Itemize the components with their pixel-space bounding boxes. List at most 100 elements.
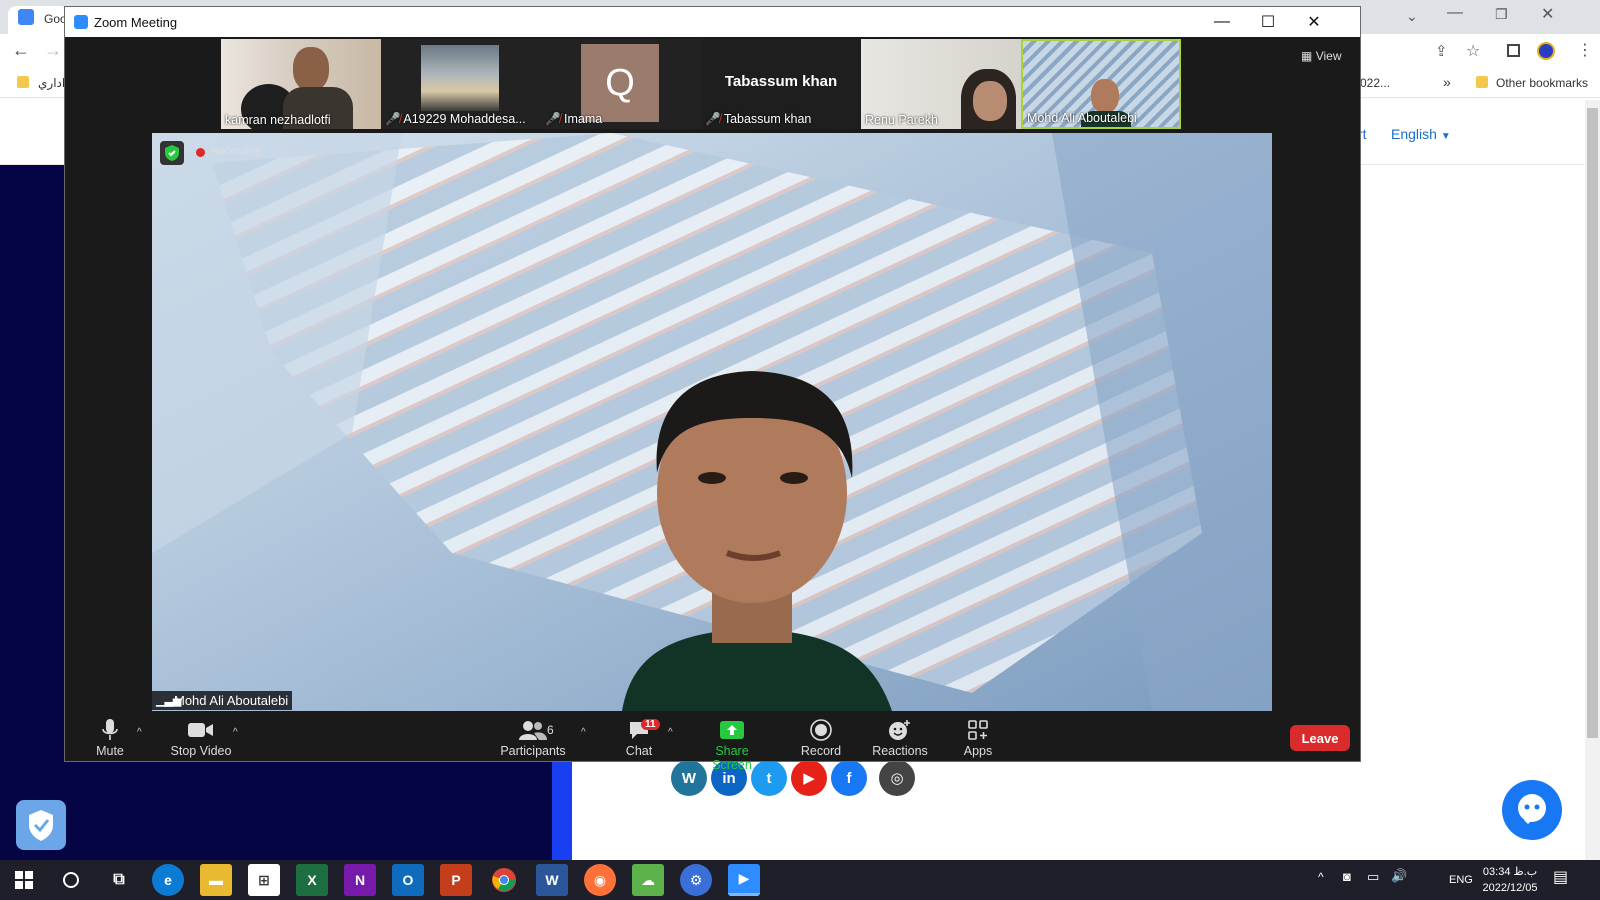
participant-tile[interactable]: Tabassum khan 🎤̸ Tabassum khan — [701, 39, 861, 129]
tray-camera-icon[interactable]: ◙ — [1343, 869, 1351, 884]
security-shield-widget[interactable] — [16, 800, 66, 850]
forward-icon[interactable]: → — [44, 40, 62, 61]
outlook-icon[interactable]: O — [392, 864, 424, 896]
zoom-taskbar-icon[interactable]: ▶ — [728, 864, 760, 896]
view-button[interactable]: ▦ View — [1301, 49, 1341, 63]
participants-options-caret-icon[interactable]: ^ — [581, 727, 586, 738]
video-camera-icon — [168, 719, 234, 741]
participant-tile[interactable]: Renu Parekh — [861, 39, 1021, 129]
share-screen-button[interactable]: Share Screen — [695, 719, 769, 772]
mute-options-caret-icon[interactable]: ^ — [137, 727, 142, 738]
chat-label: Chat — [625, 744, 653, 758]
participant-name-row: 🎤̸ Tabassum khan — [705, 112, 811, 127]
firefox-icon[interactable]: ◉ — [584, 864, 616, 896]
browser-minimize-icon[interactable]: — — [1447, 4, 1463, 22]
browser-close-icon[interactable]: ✕ — [1541, 4, 1554, 24]
windows-taskbar — [0, 860, 1600, 900]
more-bookmarks-icon[interactable]: » — [1443, 74, 1451, 90]
reactions-button[interactable]: Reactions — [870, 719, 930, 758]
apps-button[interactable]: Apps — [958, 719, 998, 758]
participant-name: Mohd Ali Aboutalebi — [1027, 111, 1137, 125]
zoom-app-icon — [74, 15, 88, 29]
participant-name: kamran nezhadlotfi — [225, 113, 331, 127]
muted-mic-icon: 🎤̸ — [705, 112, 724, 126]
apps-label: Apps — [963, 744, 993, 758]
zoom-window: Zoom Meeting — ☐ ✕ kamran nezhadlotfi 🎤̸… — [64, 6, 1361, 772]
mute-button[interactable]: Mute — [88, 719, 132, 758]
other-bookmarks[interactable]: Other bookmarks — [1496, 76, 1588, 90]
leave-button[interactable]: Leave — [1290, 725, 1350, 751]
powerpoint-icon[interactable]: P — [440, 864, 472, 896]
stop-video-button[interactable]: Stop Video — [168, 719, 234, 758]
view-label: View — [1315, 49, 1342, 63]
scrollbar-thumb[interactable] — [1587, 108, 1598, 738]
zoom-title-bar — [65, 7, 1360, 37]
participant-display-name: Tabassum khan — [724, 73, 838, 90]
youtube-icon[interactable]: ▶ — [791, 760, 827, 796]
excel-icon[interactable]: X — [296, 864, 328, 896]
onenote-icon[interactable]: N — [344, 864, 376, 896]
clock-date[interactable]: 2022/12/05 — [1475, 882, 1545, 894]
windows-start-icon[interactable] — [8, 864, 40, 896]
microphone-icon — [88, 719, 132, 741]
chrome-icon[interactable] — [488, 864, 520, 896]
back-icon[interactable]: ← — [12, 40, 30, 61]
participant-tile[interactable]: Q 🎤̸ Imama — [541, 39, 701, 129]
zoom-close-icon[interactable]: ✕ — [1291, 7, 1337, 37]
record-button[interactable]: Record — [798, 719, 844, 758]
store-icon[interactable]: ⊞ — [248, 864, 280, 896]
language-label: English — [1391, 126, 1437, 142]
participant-tile-active[interactable]: Mohd Ali Aboutalebi — [1021, 39, 1181, 129]
virtual-background-image — [152, 133, 1272, 711]
chat-bot-icon — [1518, 794, 1546, 824]
share-screen-icon — [695, 719, 769, 741]
share-icon[interactable]: ⇪ — [1435, 42, 1448, 60]
notification-center-icon[interactable]: ▤ — [1553, 867, 1568, 887]
instagram-icon[interactable]: ◎ — [879, 760, 915, 796]
clock-time[interactable]: 03:34 ب.ظ — [1475, 865, 1545, 878]
profile-avatar[interactable] — [1537, 42, 1555, 60]
stop-video-label: Stop Video — [170, 744, 232, 758]
participant-tile[interactable]: kamran nezhadlotfi — [221, 39, 381, 129]
caret-down-icon: ▼ — [1440, 131, 1451, 142]
volume-icon[interactable]: 🔊 — [1391, 868, 1407, 884]
task-view-icon[interactable]: ⧉ — [103, 864, 135, 896]
input-language[interactable]: ENG — [1449, 874, 1473, 886]
shield-check-icon — [29, 810, 53, 841]
encryption-shield-icon[interactable] — [160, 141, 184, 165]
side-panel-icon[interactable] — [1507, 44, 1520, 57]
mute-label: Mute — [96, 744, 124, 758]
tray-expand-icon[interactable]: ^ — [1318, 870, 1324, 884]
zoom-minimize-icon[interactable]: — — [1199, 7, 1245, 37]
bookmark-star-icon[interactable]: ☆ — [1466, 41, 1480, 61]
language-selector[interactable]: English ▼ — [1391, 126, 1451, 142]
word-icon[interactable]: W — [536, 864, 568, 896]
main-video-feed[interactable] — [152, 133, 1272, 711]
grid-icon: ▦ — [1301, 49, 1313, 63]
page-accent-strip — [552, 760, 572, 860]
participant-name: A19229 Mohaddesa... — [403, 112, 526, 126]
participants-label: Participants — [500, 744, 566, 758]
settings-gear-icon[interactable]: ⚙ — [680, 864, 712, 896]
bookmark-item[interactable]: اداري — [38, 76, 65, 90]
edge-icon[interactable]: e — [152, 864, 184, 896]
search-icon[interactable] — [55, 864, 87, 896]
support-chat-button[interactable] — [1502, 780, 1562, 840]
tab-search-icon[interactable]: ⌄ — [1406, 8, 1418, 25]
participants-button[interactable]: Participants — [500, 719, 566, 758]
participant-face — [293, 47, 329, 91]
video-options-caret-icon[interactable]: ^ — [233, 727, 238, 738]
browser-menu-icon[interactable]: ⋮ — [1577, 40, 1593, 60]
remote-desktop-icon[interactable]: ☁ — [632, 864, 664, 896]
participant-tile[interactable]: 🎤̸ A19229 Mohaddesa... — [381, 39, 541, 129]
network-icon[interactable]: ▭ — [1367, 869, 1379, 885]
reactions-label: Reactions — [872, 744, 928, 758]
chat-options-caret-icon[interactable]: ^ — [668, 727, 673, 738]
facebook-icon[interactable]: f — [831, 760, 867, 796]
bookmark-item-partial[interactable]: 022... — [1360, 76, 1390, 90]
browser-restore-icon[interactable]: ❐ — [1495, 6, 1508, 23]
file-explorer-icon[interactable]: ▬ — [200, 864, 232, 896]
other-bookmarks-folder-icon — [1476, 76, 1488, 88]
zoom-maximize-icon[interactable]: ☐ — [1245, 7, 1291, 37]
participant-name-row: 🎤̸ A19229 Mohaddesa... — [385, 112, 526, 127]
